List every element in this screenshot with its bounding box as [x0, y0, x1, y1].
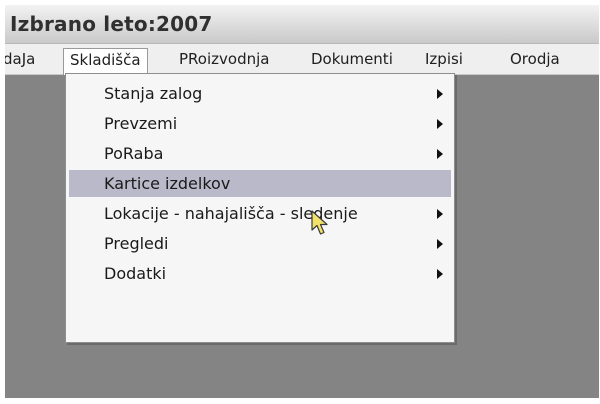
menu-item-skladisca[interactable]: Skladišča [63, 48, 148, 75]
chevron-right-icon [437, 209, 443, 219]
mouse-pointer-icon [311, 210, 328, 235]
menu-bar: daJa Skladišča PRoizvodnja Dokumenti Izp… [5, 44, 599, 75]
dropdown-item-dodatki[interactable]: Dodatki [69, 260, 451, 287]
chevron-right-icon [437, 149, 443, 159]
menu-item-proizvodnja[interactable]: PRoizvodnja [173, 48, 275, 72]
chevron-right-icon [437, 89, 443, 99]
skladisca-dropdown-menu: Stanja zalog Prevzemi PoRaba Kartice izd… [65, 73, 455, 343]
menu-item-orodja[interactable]: Orodja [504, 48, 566, 72]
application-window: Izbrano leto:2007 daJa Skladišča PRoizvo… [5, 5, 599, 398]
selected-year-value: 2007 [156, 12, 213, 36]
chevron-right-icon [437, 239, 443, 249]
selected-year-title: Izbrano leto:2007 [10, 12, 213, 36]
dropdown-item-label: Stanja zalog [104, 84, 203, 103]
dropdown-item-label: PoRaba [104, 144, 164, 163]
dropdown-item-poraba[interactable]: PoRaba [69, 140, 451, 167]
title-bar: Izbrano leto:2007 [5, 5, 599, 44]
dropdown-item-stanja-zalog[interactable]: Stanja zalog [69, 80, 451, 107]
menu-item-izpisi[interactable]: Izpisi [419, 48, 469, 72]
selected-year-label: Izbrano leto: [10, 12, 157, 36]
dropdown-item-label: Pregledi [104, 234, 169, 253]
menu-item-dokumenti[interactable]: Dokumenti [305, 48, 399, 72]
dropdown-item-lokacije[interactable]: Lokacije - nahajališča - sledenje [69, 200, 451, 227]
dropdown-item-prevzemi[interactable]: Prevzemi [69, 110, 451, 137]
dropdown-item-kartice-izdelkov[interactable]: Kartice izdelkov [69, 170, 451, 197]
dropdown-item-label: Kartice izdelkov [104, 174, 231, 193]
dropdown-item-label: Prevzemi [104, 114, 178, 133]
chevron-right-icon [437, 119, 443, 129]
dropdown-item-label: Dodatki [104, 264, 167, 283]
menu-item-daja[interactable]: daJa [5, 48, 41, 72]
dropdown-item-pregledi[interactable]: Pregledi [69, 230, 451, 257]
chevron-right-icon [437, 269, 443, 279]
